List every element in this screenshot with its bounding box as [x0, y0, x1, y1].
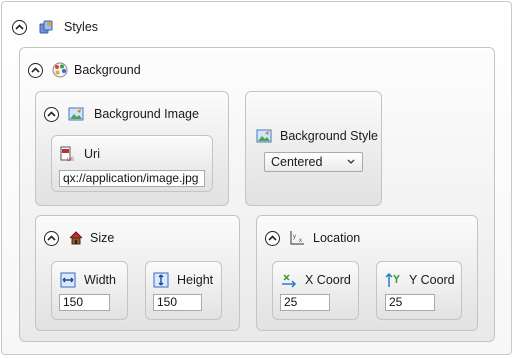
width-label: Width [84, 273, 116, 287]
background-style-panel [245, 91, 382, 206]
height-label: Height [177, 273, 214, 287]
background-palette-icon [52, 62, 68, 78]
x-coord-input[interactable]: 25 [280, 294, 330, 311]
picture-icon [256, 128, 272, 144]
x-coord-header: X Coord [281, 272, 351, 288]
background-image-collapse-button[interactable] [44, 106, 59, 122]
width-panel [51, 261, 128, 320]
chevron-up-icon [268, 235, 277, 241]
styles-collapse-button[interactable] [12, 19, 27, 35]
y-coord-panel [376, 261, 462, 320]
uri-input[interactable]: qx://application/image.jpg [59, 170, 205, 187]
y-coord-input[interactable]: 25 [385, 294, 435, 311]
styles-title: Styles [64, 20, 99, 34]
svg-text:x: x [299, 238, 302, 244]
y-coord-header: Y Coord [385, 272, 455, 288]
y-coord-label: Y Coord [409, 273, 455, 287]
background-image-header: Background Image [44, 106, 199, 122]
location-header: y x Location [265, 230, 360, 246]
location-collapse-button[interactable] [265, 230, 280, 246]
y-coordinate-icon [385, 272, 401, 288]
location-title: Location [313, 231, 361, 245]
height-input[interactable]: 150 [153, 294, 202, 311]
width-input[interactable]: 150 [59, 294, 110, 311]
chevron-up-icon [31, 67, 40, 73]
background-style-header: Background Style [256, 128, 378, 144]
x-coord-label: X Coord [305, 273, 351, 287]
uri-file-icon: uri [60, 146, 76, 162]
svg-text:uri: uri [67, 157, 74, 162]
picture-icon [68, 106, 84, 122]
house-size-icon [68, 230, 84, 246]
styles-header: Styles [12, 19, 98, 35]
background-image-title: Background Image [94, 107, 199, 121]
horizontal-resize-icon [60, 272, 76, 288]
background-header: Background [28, 62, 141, 78]
background-style-selected-value: Centered [271, 155, 323, 169]
background-title: Background [74, 63, 141, 77]
height-panel [145, 261, 222, 320]
background-style-label: Background Style [280, 129, 378, 143]
uri-label: Uri [84, 147, 100, 161]
chevron-up-icon [47, 235, 56, 241]
styles-icon [38, 19, 54, 35]
width-header: Width [60, 272, 116, 288]
x-coord-panel [272, 261, 359, 320]
vertical-resize-icon [153, 272, 169, 288]
size-title: Size [90, 231, 115, 245]
size-header: Size [44, 230, 114, 246]
chevron-down-icon [347, 159, 355, 164]
size-collapse-button[interactable] [44, 230, 59, 246]
background-style-select[interactable]: Centered [264, 152, 363, 172]
background-collapse-button[interactable] [28, 62, 43, 78]
chevron-up-icon [15, 24, 24, 30]
chevron-up-icon [47, 111, 56, 117]
height-header: Height [153, 272, 213, 288]
xy-coordinates-icon: y x [289, 230, 305, 246]
svg-text:y: y [293, 234, 296, 240]
uri-header: uri Uri [60, 146, 100, 162]
x-coordinate-icon [281, 272, 297, 288]
